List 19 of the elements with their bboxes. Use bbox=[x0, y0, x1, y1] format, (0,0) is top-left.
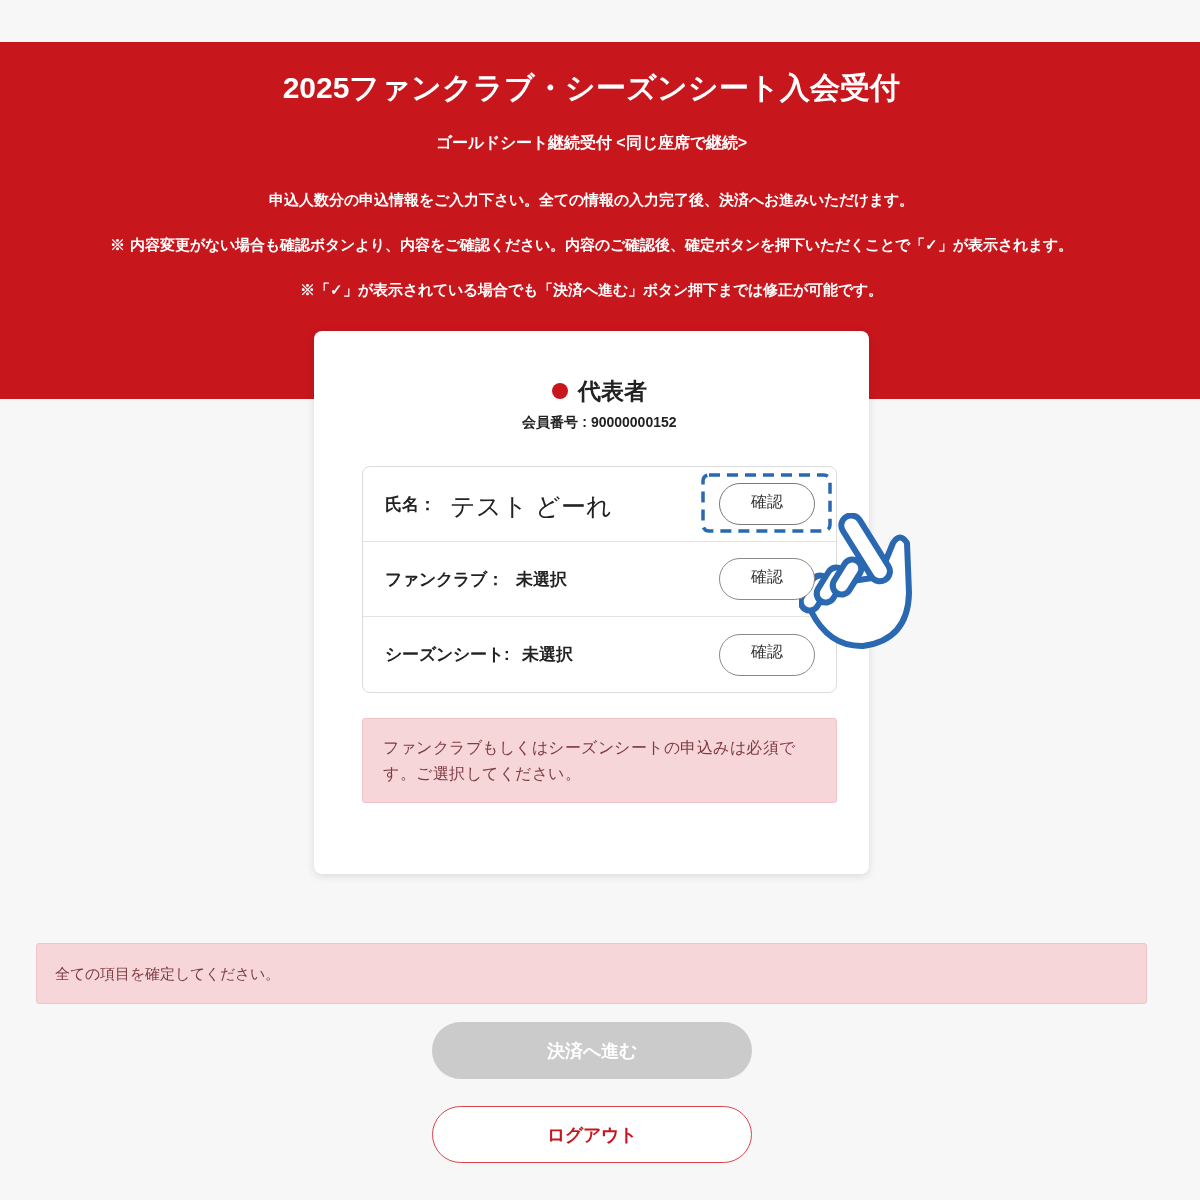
member-number: 会員番号 : 90000000152 bbox=[522, 413, 677, 432]
confirm-alert: 全ての項目を確定してください。 bbox=[36, 943, 1147, 1004]
page-subtitle: ゴールドシート継続受付 <同じ座席で継続> bbox=[434, 133, 749, 153]
field-value: テスト どーれ bbox=[450, 490, 612, 522]
instruction-text: ※ 内容変更がない場合も確認ボタンより、内容をご確認ください。内容のご確認後、確定ボタンを押下いただくことで「✓」が表示されます。 bbox=[109, 235, 1074, 255]
logout-button[interactable]: ログアウト bbox=[431, 1106, 752, 1163]
field-label: ファンクラブ： bbox=[385, 568, 504, 591]
required-alert: ファンクラブもしくはシーズンシートの申込みは必須です。ご選択してください。 bbox=[362, 718, 837, 803]
instruction-text: 申込人数分の申込情報をご入力下さい。全ての情報の入力完了後、決済へお進みいただけます。 bbox=[268, 190, 915, 210]
page-title: 2025ファンクラブ・シーズンシート入会受付 bbox=[281, 70, 902, 106]
instruction-text: ※「✓」が表示されている場合でも「決済へ進む」ボタン押下までは修正が可能です。 bbox=[299, 280, 884, 300]
confirm-button[interactable]: 確認 bbox=[719, 633, 815, 676]
field-value: 未選択 bbox=[521, 644, 573, 666]
dot-icon bbox=[552, 383, 568, 399]
confirm-button[interactable]: 確認 bbox=[719, 483, 815, 525]
field-value: 未選択 bbox=[516, 568, 567, 591]
field-label: シーズンシート: bbox=[385, 644, 510, 666]
field-label: 氏名： bbox=[385, 493, 436, 516]
card-heading: 代表者 bbox=[578, 377, 647, 406]
